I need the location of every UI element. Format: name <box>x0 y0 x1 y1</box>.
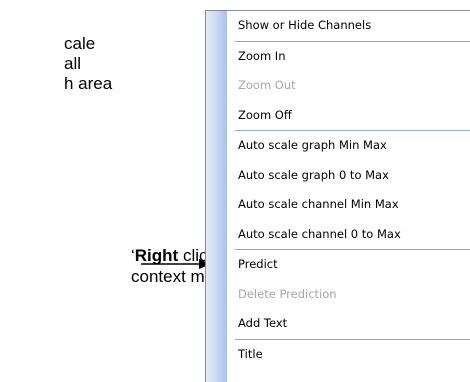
menu-item-show-hide-channels[interactable]: Show or Hide Channels <box>227 11 470 41</box>
menu-item-auto-scale-channel-0-max[interactable]: Auto scale channel 0 to Max <box>227 220 470 250</box>
document-line: cale <box>64 34 96 53</box>
document-text: cale all h area <box>0 34 112 94</box>
menu-item-title[interactable]: Title <box>227 340 470 370</box>
menu-items: Show or Hide Channels Zoom In Zoom Out Z… <box>227 11 470 369</box>
menu-item-predict[interactable]: Predict <box>227 250 470 280</box>
menu-item-zoom-out: Zoom Out <box>238 78 296 92</box>
document-line: h area <box>64 74 113 93</box>
callout-arrow-icon <box>141 259 211 269</box>
document-line: all <box>64 54 82 73</box>
menu-item-delete-prediction: Delete Prediction <box>238 286 337 301</box>
context-menu: Show or Hide Channels Zoom In Zoom Out Z… <box>205 10 470 382</box>
menu-item-auto-scale-graph-min-max[interactable]: Auto scale graph Min Max <box>227 131 470 161</box>
menu-item-auto-scale-channel-min-max[interactable]: Auto scale channel Min Max <box>227 190 470 220</box>
menu-item-zoom-off[interactable]: Zoom Off <box>227 101 470 131</box>
menu-item-auto-scale-graph-0-max[interactable]: Auto scale graph 0 to Max <box>227 161 470 191</box>
menu-item-add-text[interactable]: Add Text <box>227 309 470 339</box>
menu-item-zoom-in[interactable]: Zoom In <box>227 42 470 72</box>
menu-icon-strip <box>206 11 227 382</box>
